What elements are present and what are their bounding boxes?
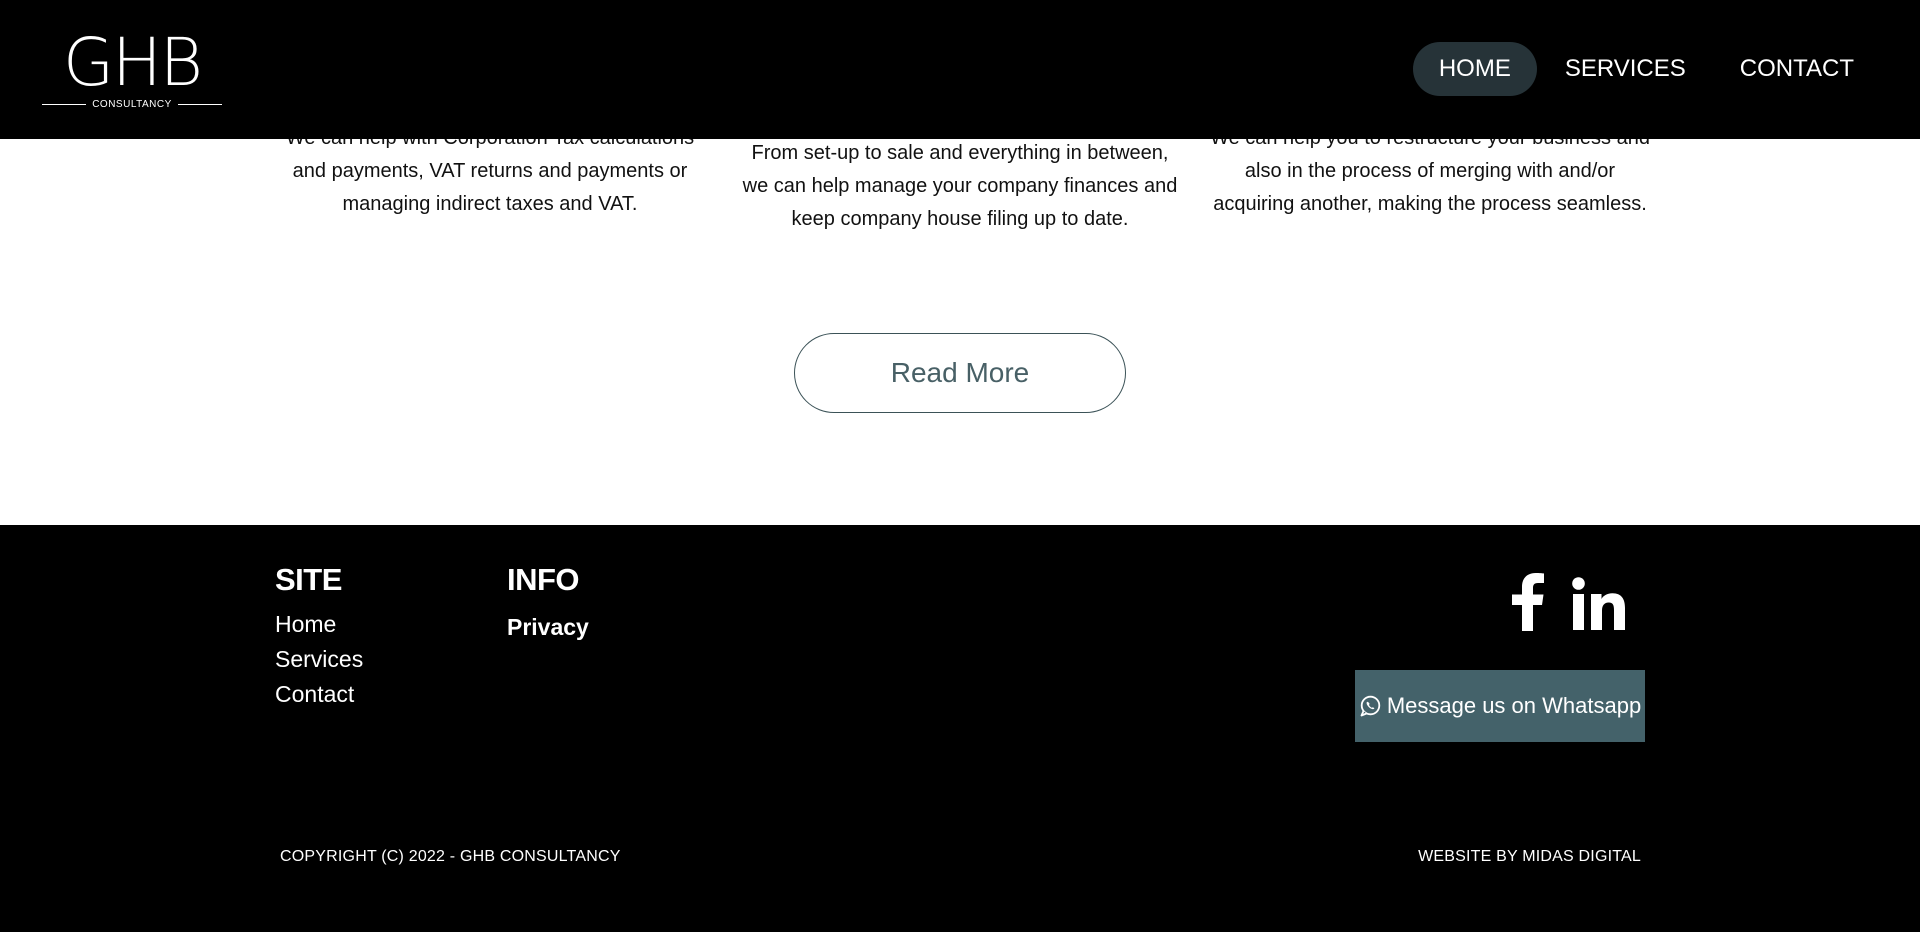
nav-services[interactable]: SERVICES: [1539, 42, 1712, 96]
site-header: GHB CONSULTANCY HOME SERVICES CONTACT: [0, 0, 1920, 139]
logo-subtitle-row: CONSULTANCY: [42, 99, 222, 110]
service-description-company: From set-up to sale and everything in be…: [742, 142, 1178, 230]
footer-site-heading: SITE: [275, 562, 342, 597]
whatsapp-label: Message us on Whatsapp: [1386, 693, 1642, 718]
facebook-icon[interactable]: [1510, 571, 1546, 636]
services-section: We can help with Corporation Tax calcula…: [0, 127, 1920, 525]
nav-contact[interactable]: CONTACT: [1714, 42, 1880, 96]
logo-subtitle: CONSULTANCY: [92, 99, 172, 110]
logo-rule-left: [42, 104, 87, 105]
website-credit[interactable]: WEBSITE BY MIDAS DIGITAL: [1418, 848, 1641, 866]
footer-info-column: INFO Privacy: [507, 561, 589, 649]
logo-rule-right: [177, 104, 222, 105]
footer-link-contact[interactable]: Contact: [275, 677, 363, 712]
copyright-text: COPYRIGHT (C) 2022 - GHB CONSULTANCY: [280, 848, 621, 865]
main-nav: HOME SERVICES CONTACT: [1412, 42, 1880, 96]
nav-home[interactable]: HOME: [1412, 42, 1537, 96]
whatsapp-button[interactable]: Message us on Whatsapp: [1355, 670, 1645, 742]
footer-site-column: SITE Home Services Contact: [275, 561, 363, 712]
linkedin-icon[interactable]: [1572, 577, 1626, 636]
footer-link-privacy[interactable]: Privacy: [507, 605, 589, 649]
footer-info-heading: INFO: [507, 562, 580, 597]
footer-link-services[interactable]: Services: [275, 642, 363, 677]
logo-mark: GHB: [63, 24, 203, 101]
social-links: [1510, 571, 1626, 636]
whatsapp-icon: [1360, 695, 1381, 717]
read-more-button[interactable]: Read More: [794, 333, 1126, 413]
footer-link-home[interactable]: Home: [275, 607, 363, 642]
ghb-logo[interactable]: GHB CONSULTANCY: [40, 30, 224, 110]
site-footer: SITE Home Services Contact INFO Privacy: [0, 525, 1920, 932]
